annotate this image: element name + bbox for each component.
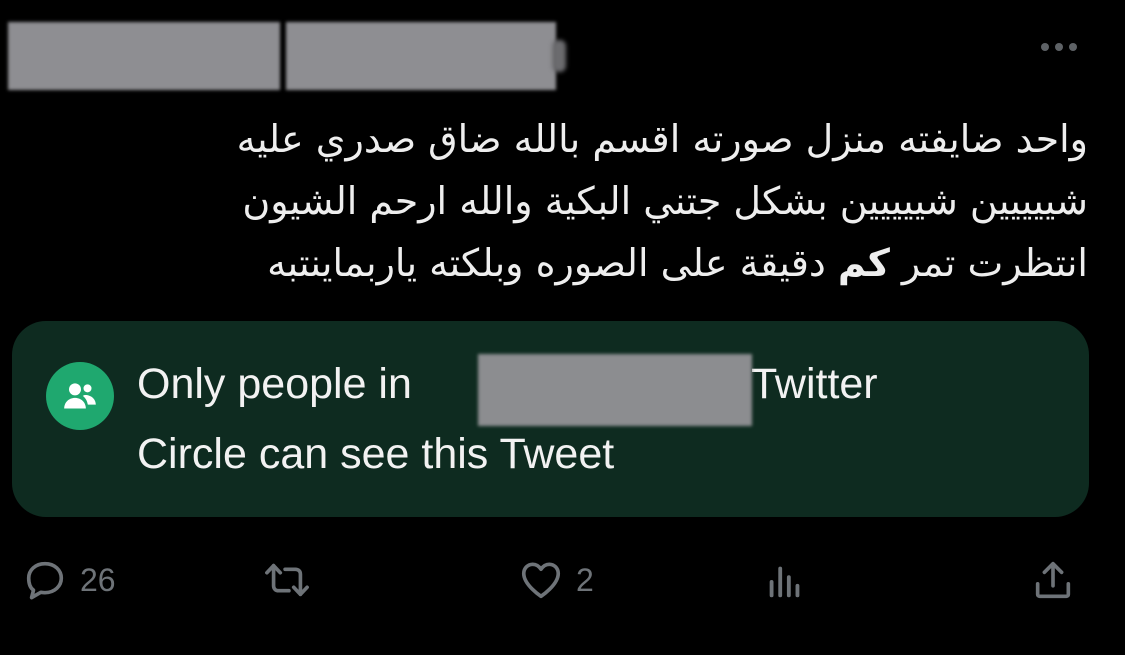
analytics-icon: [769, 566, 800, 598]
share-button[interactable]: [1030, 545, 1088, 615]
reply-button[interactable]: 26: [22, 545, 116, 615]
more-icon-dot: [1041, 43, 1049, 51]
tweet-text-line: انتظرت تمر كم دقيقة على الصوره وبلكته يا…: [30, 232, 1088, 294]
heart-icon: [521, 562, 561, 599]
tweet-action-bar: 26 2: [0, 545, 1125, 615]
tweet-text-segment: دقيقة على الصوره وبلكته ياربماينتبه: [267, 241, 826, 285]
like-count: 2: [576, 561, 594, 598]
retweet-button[interactable]: [262, 545, 324, 615]
views-button[interactable]: [762, 545, 820, 615]
redacted-circle-owner: [478, 354, 752, 426]
circle-notice-line-1: Only people in Twitter: [137, 360, 878, 409]
redacted-username: [286, 22, 556, 90]
tweet-text-segment: انتظرت تمر: [901, 241, 1088, 285]
more-icon-dot: [1069, 43, 1077, 51]
tweet-text-line: واحد ضايفته منزل صورته اقسم بالله ضاق صد…: [236, 117, 1088, 161]
share-icon: [1035, 561, 1071, 599]
circle-notice-text: Twitter: [751, 360, 878, 408]
redacted-display-name: [8, 22, 280, 90]
tweet-text: واحد ضايفته منزل صورته اقسم بالله ضاق صد…: [30, 108, 1088, 294]
reply-count: 26: [80, 561, 116, 598]
circle-notice-line-2: Circle can see this Tweet: [137, 430, 615, 478]
redacted-handle-tail: [552, 40, 566, 72]
more-icon-dot: [1055, 43, 1063, 51]
tweet-text-bold-word: كم: [837, 241, 890, 285]
circle-notice-text: Only people in: [137, 360, 412, 408]
people-icon: [46, 362, 114, 430]
more-options-button[interactable]: [1041, 43, 1077, 51]
like-button[interactable]: 2: [518, 545, 594, 615]
tweet-text-line: شييييين شييييين بشكل جتني البكية والله ا…: [242, 179, 1088, 223]
reply-icon: [26, 561, 64, 600]
retweet-icon: [265, 563, 309, 597]
